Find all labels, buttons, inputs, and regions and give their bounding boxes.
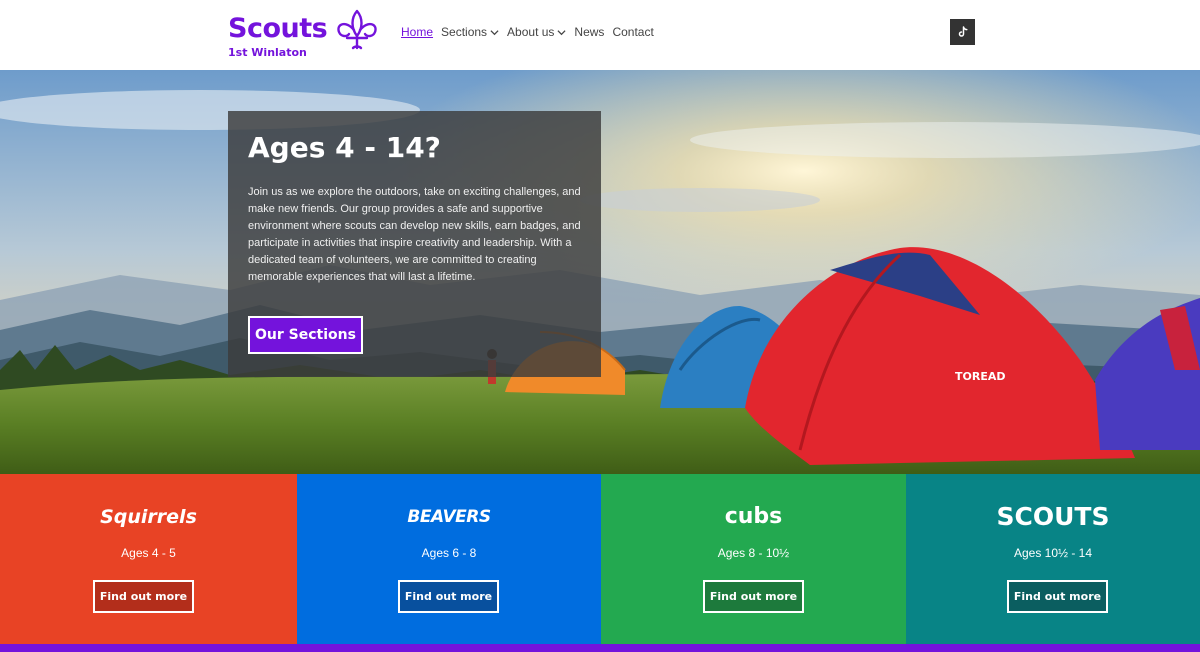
squirrels-logo: Squirrels — [100, 506, 197, 528]
chevron-down-icon — [557, 29, 566, 35]
cubs-logo: cubs — [724, 504, 783, 529]
tent-brand-text: TOREAD — [955, 370, 1005, 383]
squirrels-ages: Ages 4 - 5 — [121, 546, 176, 560]
scouts-section-logo: SCOUTS — [996, 502, 1110, 531]
tiktok-icon — [958, 26, 968, 37]
sections-strip: Squirrels Ages 4 - 5 Find out more BEAVE… — [0, 474, 1200, 644]
our-sections-button[interactable]: Our Sections — [248, 316, 363, 354]
site-header: Scouts 1st Winlaton Home Sections About … — [0, 0, 1200, 70]
beavers-find-out-more-button[interactable]: Find out more — [398, 580, 499, 613]
chevron-down-icon — [490, 29, 499, 35]
nav-sections-label: Sections — [441, 25, 488, 39]
section-cubs: cubs Ages 8 - 10½ Find out more — [601, 474, 906, 644]
nav-about-label: About us — [507, 25, 555, 39]
bottom-accent-bar — [0, 644, 1200, 652]
main-nav: Home Sections About us News Contact — [401, 24, 662, 40]
nav-news-label: News — [574, 25, 605, 39]
hero-card: Ages 4 - 14? Join us as we explore the o… — [228, 111, 601, 377]
cubs-find-out-more-button[interactable]: Find out more — [703, 580, 804, 613]
nav-home-label: Home — [401, 25, 434, 39]
nav-news[interactable]: News — [574, 24, 604, 40]
section-scouts: SCOUTS Ages 10½ - 14 Find out more — [906, 474, 1200, 644]
nav-contact-label: Contact — [612, 25, 654, 39]
logo-wordmark: Scouts — [228, 13, 328, 44]
nav-home[interactable]: Home — [401, 24, 433, 40]
scouts-ages: Ages 10½ - 14 — [1013, 546, 1093, 560]
cubs-ages: Ages 8 - 10½ — [717, 546, 790, 560]
scouts-find-out-more-button[interactable]: Find out more — [1007, 580, 1108, 613]
hero-banner: TOREAD Ages 4 - 14? Join us as we explor… — [0, 70, 1200, 474]
nav-sections[interactable]: Sections — [441, 24, 499, 40]
section-beavers: BEAVERS Ages 6 - 8 Find out more — [297, 474, 601, 644]
nav-contact[interactable]: Contact — [612, 24, 653, 40]
beavers-logo: BEAVERS — [407, 507, 491, 527]
fleur-de-lis-icon — [337, 9, 377, 50]
beavers-ages: Ages 6 - 8 — [421, 546, 477, 560]
tiktok-link[interactable] — [950, 19, 975, 45]
group-name: 1st Winlaton — [228, 46, 307, 59]
hero-description: Join us as we explore the outdoors, take… — [248, 186, 581, 283]
hero-title: Ages 4 - 14? — [248, 131, 441, 164]
squirrels-find-out-more-button[interactable]: Find out more — [93, 580, 194, 613]
section-squirrels: Squirrels Ages 4 - 5 Find out more — [0, 474, 297, 644]
scouts-logo[interactable]: Scouts 1st Winlaton — [228, 8, 388, 62]
nav-about-us[interactable]: About us — [507, 24, 566, 40]
